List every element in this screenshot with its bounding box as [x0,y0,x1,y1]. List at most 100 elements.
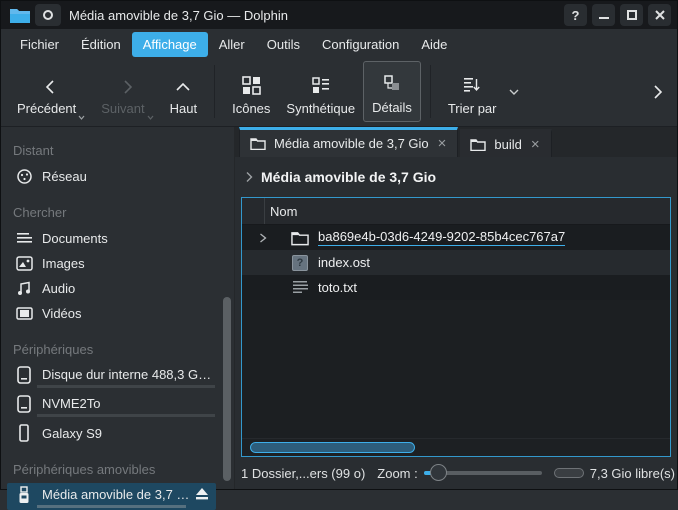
sidebar-item-videos[interactable]: Vidéos [1,301,234,325]
tab-label: build [494,137,521,152]
network-icon [15,167,33,185]
icons-view-icon [241,69,261,95]
file-row-folder[interactable]: ba869e4b-03d6-4249-9202-85b4cec767a7 [242,225,670,250]
toolbar-separator [214,65,215,118]
menu-affichage[interactable]: Affichage [132,32,208,57]
horizontal-scrollbar-thumb[interactable] [250,442,415,453]
folder-icon [250,137,266,150]
audio-note-icon [15,279,33,297]
zoom-slider-handle[interactable] [430,464,447,481]
caret-down-icon[interactable] [508,88,520,96]
toolbar: Précédent Suivant Haut Icônes Synthét [1,59,677,127]
sidebar-item-label: Vidéos [42,306,82,321]
section-header-peripheriques: Périphériques [1,338,234,363]
document-lines-icon [15,229,33,247]
close-button[interactable] [648,4,671,26]
text-file-icon [291,279,309,296]
menu-outils[interactable]: Outils [256,32,311,57]
sidebar-item-nvme2to[interactable]: NVME2To [1,392,234,419]
film-icon [15,304,33,322]
column-header-nom[interactable]: Nom [242,198,670,225]
sidebar-item-audio[interactable]: Audio [1,276,234,300]
horizontal-scrollbar[interactable] [242,438,670,456]
eject-icon[interactable] [194,487,210,501]
sidebar-item-label: Galaxy S9 [42,426,102,441]
toolbar-overflow-button[interactable] [647,78,669,106]
sort-icon [462,69,482,95]
sidebar-item-reseau[interactable]: Réseau [1,164,234,188]
icons-label: Icônes [232,101,270,116]
section-header-chercher: Chercher [1,201,234,226]
tab-close-icon[interactable]: × [530,137,541,152]
tabbar: Média amovible de 3,7 Gio × build × [235,127,677,157]
menu-configuration[interactable]: Configuration [311,32,410,57]
dolphin-window: Média amovible de 3,7 Gio — Dolphin ? Fi… [0,0,678,490]
compact-view-button[interactable]: Synthétique [278,61,363,122]
section-header-distant: Distant [1,139,234,164]
folder-icon [291,229,309,246]
expander-chevron-icon[interactable] [259,233,267,243]
breadcrumb-location[interactable]: Média amovible de 3,7 Gio [261,169,436,185]
folder-icon [470,138,486,151]
file-row-toto-txt[interactable]: toto.txt [242,275,670,300]
up-label: Haut [170,101,197,116]
chevron-up-icon [175,69,191,95]
tab-close-icon[interactable]: × [437,136,448,151]
minimize-button[interactable] [592,4,615,26]
chevron-right-icon [119,69,135,95]
menubar: Fichier Édition Affichage Aller Outils C… [1,29,677,59]
sidebar-item-label: NVME2To [42,396,101,411]
zoom-label: Zoom : [377,466,417,481]
icons-view-button[interactable]: Icônes [224,61,278,122]
chevron-right-icon [653,84,663,100]
file-row-index-ost[interactable]: ? index.ost [242,250,670,275]
sidebar-item-galaxy-s9[interactable]: Galaxy S9 [1,421,234,445]
menu-fichier[interactable]: Fichier [9,32,70,57]
sort-label: Trier par [448,101,497,116]
window-menu-button[interactable] [35,4,61,26]
zoom-slider[interactable] [424,464,542,482]
sidebar-item-label: Réseau [42,169,87,184]
sort-by-button[interactable]: Trier par [440,61,505,122]
back-label: Précédent [17,101,76,116]
menu-edition[interactable]: Édition [70,32,132,57]
tab-build[interactable]: build × [460,129,551,157]
dolphin-app-icon [9,6,31,24]
sidebar-item-label: Média amovible de 3,7 … [42,487,189,502]
back-button[interactable]: Précédent [9,61,93,122]
places-panel: Distant Réseau Chercher Documents Images [1,127,235,489]
hard-drive-icon [15,395,33,413]
sidebar-item-media-amovible[interactable]: Média amovible de 3,7 … [7,483,216,510]
help-button[interactable]: ? [564,4,587,26]
sidebar-scrollbar[interactable] [223,297,231,481]
tab-media-amovible[interactable]: Média amovible de 3,7 Gio × [239,127,458,157]
free-space-label: 7,3 Gio libre(s) [590,466,675,481]
sidebar-item-documents[interactable]: Documents [1,226,234,250]
file-view: Nom [241,197,671,457]
details-view-icon [382,68,402,94]
file-name[interactable]: index.ost [318,255,370,270]
sidebar-item-images[interactable]: Images [1,251,234,275]
capacity-bar [37,505,186,508]
capacity-bar [37,385,215,388]
image-icon [15,254,33,272]
capacity-bar [37,414,215,417]
sidebar-item-disque-dur-interne[interactable]: Disque dur interne 488,3 G… [1,363,234,390]
disk-usage-bar [554,468,584,478]
sidebar-item-label: Disque dur interne 488,3 G… [42,367,211,382]
details-view-button[interactable]: Détails [363,61,421,122]
status-summary: 1 Dossier,...ers (99 o) [241,466,365,481]
maximize-button[interactable] [620,4,643,26]
caret-down-icon [78,115,85,120]
file-name[interactable]: ba869e4b-03d6-4249-9202-85b4cec767a7 [318,229,565,246]
menu-aide[interactable]: Aide [410,32,458,57]
menu-aller[interactable]: Aller [208,32,256,57]
compact-label: Synthétique [286,101,355,116]
forward-button[interactable]: Suivant [93,61,161,122]
up-button[interactable]: Haut [162,61,205,122]
file-name[interactable]: toto.txt [318,280,357,295]
caret-down-icon [147,115,154,120]
column-separator [264,198,265,224]
column-header-label: Nom [270,204,297,219]
breadcrumb[interactable]: Média amovible de 3,7 Gio [235,157,677,197]
